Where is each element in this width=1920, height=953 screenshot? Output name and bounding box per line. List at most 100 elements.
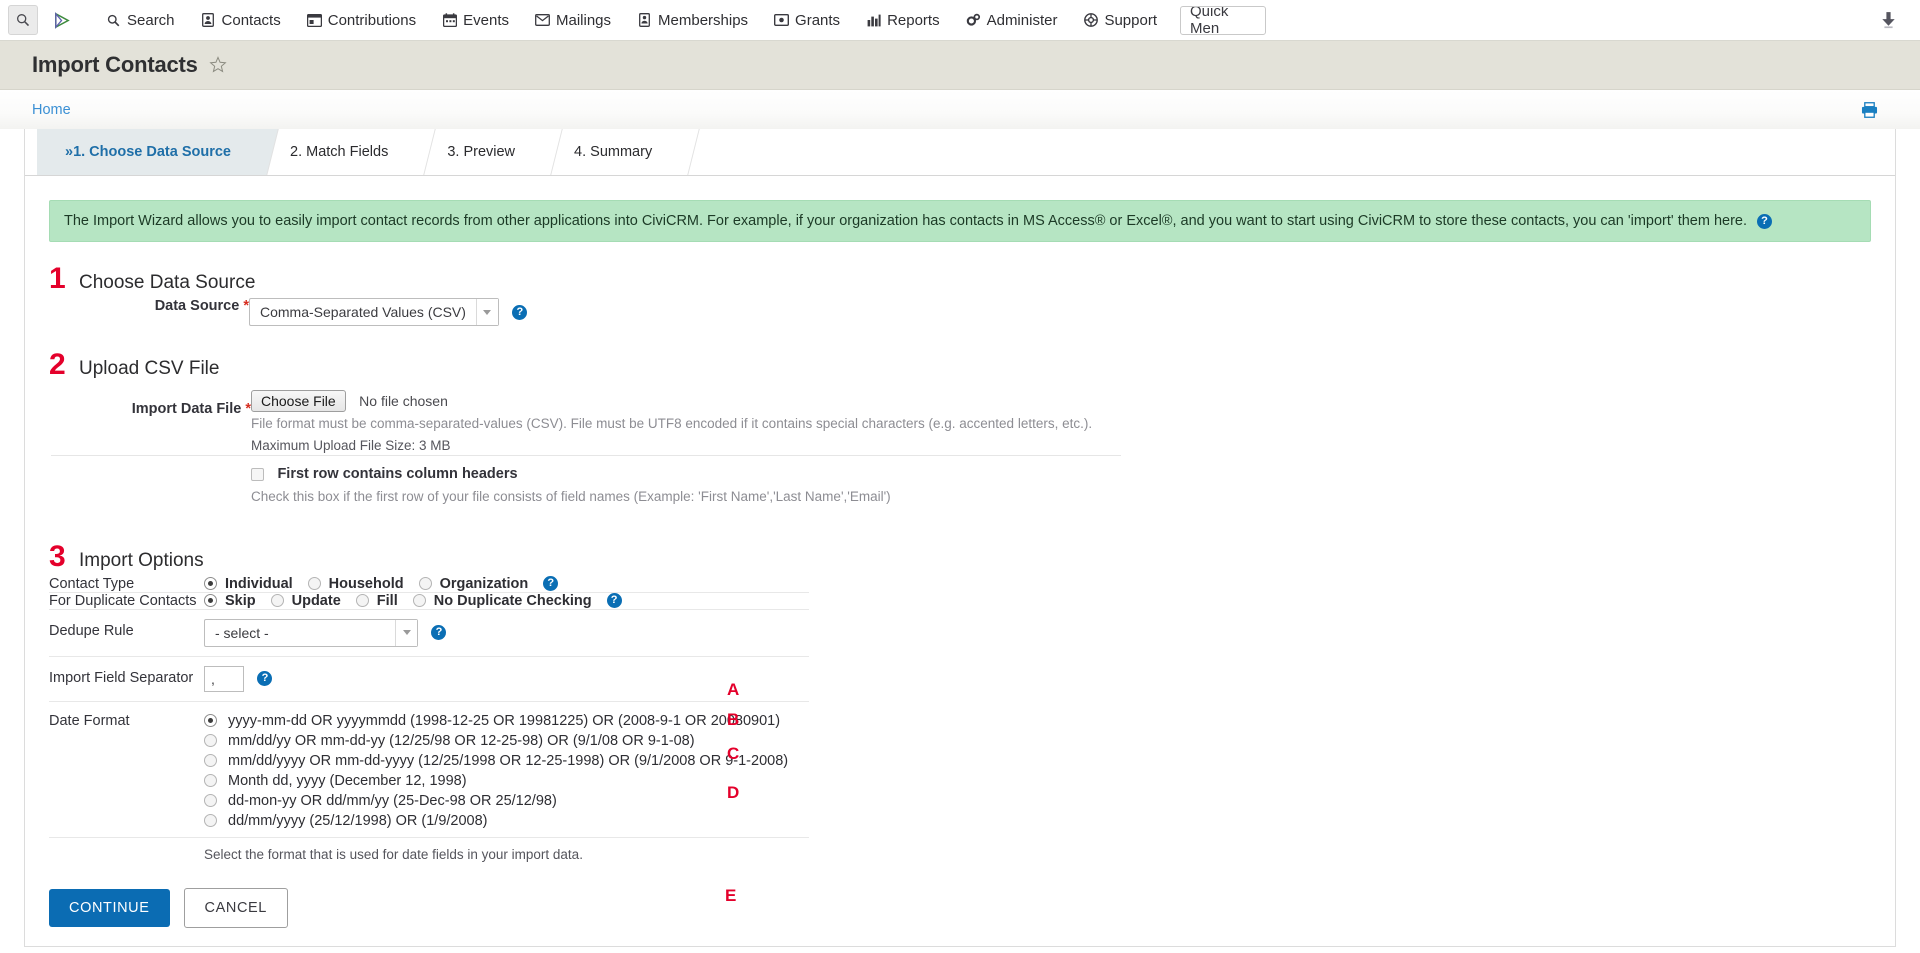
cancel-button[interactable]: CANCEL — [184, 888, 288, 928]
nav-item-events[interactable]: Events — [429, 6, 522, 35]
annotation-b: B — [727, 710, 739, 730]
choose-file-button[interactable]: Choose File — [251, 390, 346, 412]
radio-indicator[interactable] — [204, 774, 217, 787]
radio-indicator[interactable] — [419, 577, 432, 590]
nav-item-mailings[interactable]: Mailings — [522, 6, 624, 35]
date-format-label: Date Format — [49, 701, 204, 837]
continue-button[interactable]: CONTINUE — [49, 889, 170, 927]
radio-label: dd/mm/yyyy (25/12/1998) OR (1/9/2008) — [228, 813, 488, 829]
data-source-table: Data Source * Comma-Separated Values (CS… — [49, 298, 1871, 326]
field-separator-input[interactable] — [204, 666, 244, 692]
nav-item-label: Contacts — [222, 12, 281, 29]
tab-match-fields[interactable]: 2. Match Fields — [262, 129, 419, 175]
radio-indicator[interactable] — [204, 577, 217, 590]
nav-item-reports[interactable]: Reports — [853, 6, 953, 35]
dedupe-rule-select[interactable]: - select - — [204, 619, 418, 647]
tab-label: 2. Match Fields — [290, 144, 388, 160]
radio-indicator[interactable] — [413, 594, 426, 607]
nav-item-search[interactable]: Search — [93, 6, 188, 35]
quick-menu-label: Quick Men — [1190, 6, 1256, 35]
data-source-row: Data Source * Comma-Separated Values (CS… — [49, 298, 1871, 326]
contributions-icon — [307, 13, 322, 28]
civicrm-logo-icon[interactable] — [52, 11, 71, 30]
radio-label: Fill — [377, 593, 398, 609]
radio-date-format-3[interactable]: Month dd, yyyy (December 12, 1998) — [204, 771, 809, 791]
date-format-options: yyyy-mm-dd OR yyyymmdd (1998-12-25 OR 19… — [204, 701, 809, 837]
nav-item-support[interactable]: Support — [1070, 6, 1170, 35]
breadcrumb-home-link[interactable]: Home — [32, 102, 71, 118]
nav-item-contacts[interactable]: Contacts — [188, 6, 294, 35]
radio-label: Household — [329, 576, 404, 592]
help-circle-icon[interactable]: ? — [607, 593, 622, 608]
nav-item-label: Events — [463, 12, 509, 29]
radio-contact-type-organization[interactable]: Organization — [419, 576, 529, 592]
nav-item-label: Administer — [987, 12, 1058, 29]
chevron-down-icon[interactable] — [476, 299, 498, 325]
radio-indicator[interactable] — [308, 577, 321, 590]
radio-indicator[interactable] — [204, 814, 217, 827]
radio-date-format-1[interactable]: mm/dd/yy OR mm-dd-yy (12/25/98 OR 12-25-… — [204, 731, 809, 751]
tab-summary[interactable]: 4. Summary — [546, 129, 683, 175]
calendar-icon — [442, 13, 457, 28]
nav-item-label: Memberships — [658, 12, 748, 29]
print-button[interactable] — [1861, 102, 1878, 118]
nav-item-administer[interactable]: Administer — [953, 6, 1071, 35]
chosen-file-name: No file chosen — [359, 393, 448, 409]
radio-indicator[interactable] — [204, 714, 217, 727]
help-circle-icon[interactable]: ? — [1757, 214, 1772, 229]
tab-label: 3. Preview — [447, 144, 515, 160]
form-actions: CONTINUE CANCEL — [25, 872, 1895, 928]
dedupe-rule-selected-value: - select - — [205, 620, 395, 646]
star-outline-icon[interactable] — [209, 56, 227, 74]
nav-item-contributions[interactable]: Contributions — [294, 6, 429, 35]
first-row-headers-label[interactable]: First row contains column headers — [277, 466, 517, 482]
radio-date-format-2[interactable]: mm/dd/yyyy OR mm-dd-yyyy (12/25/1998 OR … — [204, 751, 809, 771]
quicksearch-button[interactable] — [8, 5, 38, 35]
tab-shape — [664, 129, 699, 175]
nav-item-grants[interactable]: Grants — [761, 6, 853, 35]
data-source-select[interactable]: Comma-Separated Values (CSV) — [249, 298, 499, 326]
help-circle-icon[interactable]: ? — [257, 671, 272, 686]
import-file-label: Import Data File — [132, 401, 242, 417]
first-row-headers-hint: Check this box if the first row of your … — [251, 487, 1121, 507]
radio-indicator[interactable] — [204, 794, 217, 807]
duplicate-contacts-row: For Duplicate Contacts Skip Update — [49, 592, 809, 609]
radio-date-format-5[interactable]: dd/mm/yyyy (25/12/1998) OR (1/9/2008) — [204, 811, 809, 831]
radio-duplicate-no-checking[interactable]: No Duplicate Checking — [413, 593, 592, 609]
help-circle-icon[interactable]: ? — [431, 625, 446, 640]
radio-indicator[interactable] — [204, 594, 217, 607]
file-picker[interactable]: Choose File No file chosen — [251, 390, 1121, 412]
radio-contact-type-individual[interactable]: Individual — [204, 576, 293, 592]
radio-indicator[interactable] — [204, 734, 217, 747]
field-separator-row: Import Field Separator ? — [49, 656, 809, 701]
help-circle-icon[interactable]: ? — [543, 576, 558, 591]
nav-item-memberships[interactable]: Memberships — [624, 6, 761, 35]
radio-date-format-4[interactable]: dd-mon-yy OR dd/mm/yy (25-Dec-98 OR 25/1… — [204, 791, 809, 811]
help-circle-icon[interactable]: ? — [512, 305, 527, 320]
contact-type-options: Individual Household Organization ? — [204, 576, 809, 593]
radio-duplicate-skip[interactable]: Skip — [204, 593, 256, 609]
page-title: Import Contacts — [32, 52, 198, 78]
radio-indicator[interactable] — [271, 594, 284, 607]
chevron-down-icon[interactable] — [395, 620, 417, 646]
first-row-headers-row: First row contains column headers Check … — [51, 456, 1121, 516]
page-title-bar: Import Contacts — [0, 41, 1920, 90]
nav-item-label: Support — [1104, 12, 1157, 29]
radio-duplicate-update[interactable]: Update — [271, 593, 341, 609]
radio-contact-type-household[interactable]: Household — [308, 576, 404, 592]
radio-date-format-0[interactable]: yyyy-mm-dd OR yyyymmdd (1998-12-25 OR 19… — [204, 711, 809, 731]
download-button[interactable] — [1881, 12, 1896, 29]
import-options-table: Contact Type Individual Household — [49, 576, 809, 872]
tab-preview[interactable]: 3. Preview — [419, 129, 546, 175]
radio-indicator[interactable] — [204, 754, 217, 767]
radio-duplicate-fill[interactable]: Fill — [356, 593, 398, 609]
quick-menu-button[interactable]: Quick Men — [1180, 6, 1266, 35]
first-row-headers-checkbox[interactable] — [251, 468, 264, 481]
radio-indicator[interactable] — [356, 594, 369, 607]
first-row-headers-cell: First row contains column headers Check … — [251, 456, 1121, 516]
data-source-value-cell: Comma-Separated Values (CSV) ? — [249, 298, 1871, 326]
section-1-heading: 1 Choose Data Source — [49, 264, 1871, 294]
date-format-hint-cell: Select the format that is used for date … — [204, 837, 809, 871]
tab-choose-data-source[interactable]: »1. Choose Data Source — [37, 129, 262, 175]
section-number: 1 — [49, 264, 79, 294]
